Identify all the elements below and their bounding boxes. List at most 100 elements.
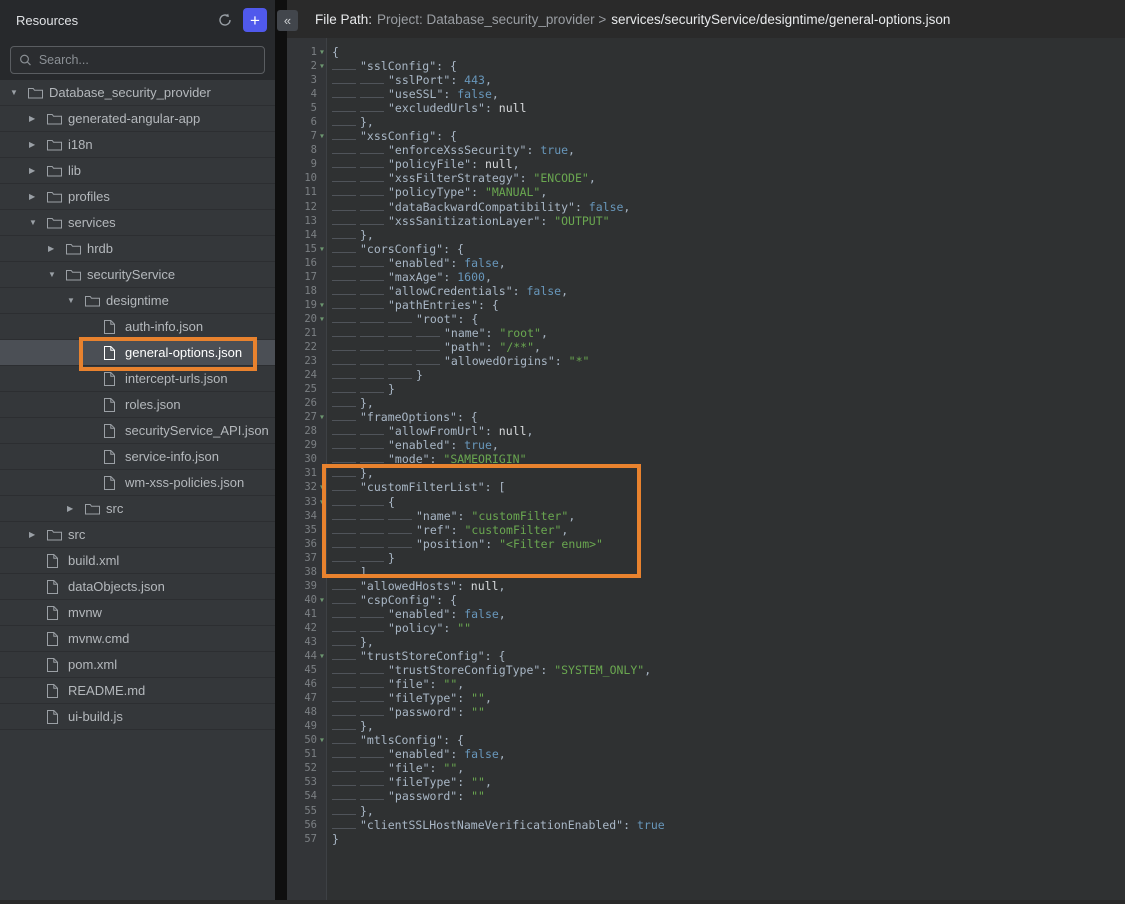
fold-arrow-icon[interactable]: ▼ — [317, 298, 327, 312]
tree-item-src[interactable]: ▶src — [0, 496, 275, 522]
line-number[interactable]: 9 — [287, 157, 327, 171]
tree-item-roles-json[interactable]: roles.json — [0, 392, 275, 418]
line-number[interactable]: 40▼ — [287, 593, 327, 607]
line-number[interactable]: 11 — [287, 185, 327, 199]
panel-divider[interactable] — [275, 0, 287, 904]
line-number[interactable]: 22 — [287, 340, 327, 354]
fold-arrow-icon[interactable]: ▼ — [317, 593, 327, 607]
fold-arrow-icon[interactable]: ▼ — [317, 480, 327, 494]
line-number[interactable]: 49 — [287, 719, 327, 733]
line-number[interactable]: 31 — [287, 466, 327, 480]
chevron-down-icon[interactable]: ▼ — [10, 88, 28, 97]
refresh-icon[interactable] — [213, 8, 237, 32]
line-number[interactable]: 30 — [287, 452, 327, 466]
fold-arrow-icon[interactable]: ▼ — [317, 59, 327, 73]
tree-item-lib[interactable]: ▶lib — [0, 158, 275, 184]
line-number[interactable]: 21 — [287, 326, 327, 340]
tree-item-dataobjects-json[interactable]: dataObjects.json — [0, 574, 275, 600]
tree-item-services[interactable]: ▼services — [0, 210, 275, 236]
line-number[interactable]: 29 — [287, 438, 327, 452]
code-editor[interactable]: 1▼{2▼"sslConfig": {3"sslPort": 443,4"use… — [287, 38, 1125, 904]
line-number[interactable]: 37 — [287, 551, 327, 565]
tree-item-database-security-provider[interactable]: ▼Database_security_provider — [0, 80, 275, 106]
line-number[interactable]: 20▼ — [287, 312, 327, 326]
tree-item-src[interactable]: ▶src — [0, 522, 275, 548]
line-number[interactable]: 52 — [287, 761, 327, 775]
add-resource-button[interactable]: + — [243, 8, 267, 32]
line-number[interactable]: 18 — [287, 284, 327, 298]
tree-item-securityservice[interactable]: ▼securityService — [0, 262, 275, 288]
fold-arrow-icon[interactable]: ▼ — [317, 410, 327, 424]
chevron-right-icon[interactable]: ▶ — [29, 192, 47, 201]
chevron-right-icon[interactable]: ▶ — [48, 244, 66, 253]
line-number[interactable]: 41 — [287, 607, 327, 621]
line-number[interactable]: 39 — [287, 579, 327, 593]
line-number[interactable]: 25 — [287, 382, 327, 396]
search-input[interactable] — [39, 53, 256, 67]
line-number[interactable]: 44▼ — [287, 649, 327, 663]
line-number[interactable]: 55 — [287, 804, 327, 818]
line-number[interactable]: 57 — [287, 832, 327, 846]
tree-item-hrdb[interactable]: ▶hrdb — [0, 236, 275, 262]
line-number[interactable]: 10 — [287, 171, 327, 185]
tree-item-general-options-json[interactable]: general-options.json — [0, 340, 275, 366]
line-number[interactable]: 42 — [287, 621, 327, 635]
search-box[interactable] — [10, 46, 265, 74]
chevron-right-icon[interactable]: ▶ — [29, 530, 47, 539]
line-number[interactable]: 48 — [287, 705, 327, 719]
tree-item-build-xml[interactable]: build.xml — [0, 548, 275, 574]
line-number[interactable]: 12 — [287, 200, 327, 214]
fold-arrow-icon[interactable]: ▼ — [317, 733, 327, 747]
tree-item-intercept-urls-json[interactable]: intercept-urls.json — [0, 366, 275, 392]
chevron-right-icon[interactable]: ▶ — [67, 504, 85, 513]
line-number[interactable]: 17 — [287, 270, 327, 284]
tree-item-service-info-json[interactable]: service-info.json — [0, 444, 275, 470]
chevron-right-icon[interactable]: ▶ — [29, 166, 47, 175]
line-number[interactable]: 43 — [287, 635, 327, 649]
line-number[interactable]: 6 — [287, 115, 327, 129]
chevron-right-icon[interactable]: ▶ — [29, 114, 47, 123]
tree-item-profiles[interactable]: ▶profiles — [0, 184, 275, 210]
tree-item-pom-xml[interactable]: pom.xml — [0, 652, 275, 678]
tree-item-mvnw[interactable]: mvnw — [0, 600, 275, 626]
fold-arrow-icon[interactable]: ▼ — [317, 242, 327, 256]
line-number[interactable]: 8 — [287, 143, 327, 157]
line-number[interactable]: 15▼ — [287, 242, 327, 256]
line-number[interactable]: 45 — [287, 663, 327, 677]
line-number[interactable]: 36 — [287, 537, 327, 551]
fold-arrow-icon[interactable]: ▼ — [317, 312, 327, 326]
tree-item-wm-xss-policies-json[interactable]: wm-xss-policies.json — [0, 470, 275, 496]
line-number[interactable]: 33▼ — [287, 495, 327, 509]
line-number[interactable]: 47 — [287, 691, 327, 705]
line-number[interactable]: 19▼ — [287, 298, 327, 312]
fold-arrow-icon[interactable]: ▼ — [317, 649, 327, 663]
tree-item-readme-md[interactable]: README.md — [0, 678, 275, 704]
collapse-panel-icon[interactable]: « — [277, 10, 298, 31]
chevron-down-icon[interactable]: ▼ — [67, 296, 85, 305]
line-number[interactable]: 50▼ — [287, 733, 327, 747]
line-number[interactable]: 14 — [287, 228, 327, 242]
line-number[interactable]: 5 — [287, 101, 327, 115]
line-number[interactable]: 2▼ — [287, 59, 327, 73]
line-number[interactable]: 34 — [287, 509, 327, 523]
tree-item-securityservice-api-json[interactable]: securityService_API.json — [0, 418, 275, 444]
line-number[interactable]: 28 — [287, 424, 327, 438]
line-number[interactable]: 7▼ — [287, 129, 327, 143]
fold-arrow-icon[interactable]: ▼ — [317, 495, 327, 509]
tree-item-ui-build-js[interactable]: ui-build.js — [0, 704, 275, 730]
fold-arrow-icon[interactable]: ▼ — [317, 45, 327, 59]
line-number[interactable]: 26 — [287, 396, 327, 410]
line-number[interactable]: 54 — [287, 789, 327, 803]
line-number[interactable]: 13 — [287, 214, 327, 228]
line-number[interactable]: 3 — [287, 73, 327, 87]
line-number[interactable]: 53 — [287, 775, 327, 789]
chevron-right-icon[interactable]: ▶ — [29, 140, 47, 149]
line-number[interactable]: 24 — [287, 368, 327, 382]
line-number[interactable]: 51 — [287, 747, 327, 761]
tree-item-auth-info-json[interactable]: auth-info.json — [0, 314, 275, 340]
line-number[interactable]: 1▼ — [287, 45, 327, 59]
tree-item-i18n[interactable]: ▶i18n — [0, 132, 275, 158]
chevron-down-icon[interactable]: ▼ — [29, 218, 47, 227]
line-number[interactable]: 32▼ — [287, 480, 327, 494]
line-number[interactable]: 35 — [287, 523, 327, 537]
